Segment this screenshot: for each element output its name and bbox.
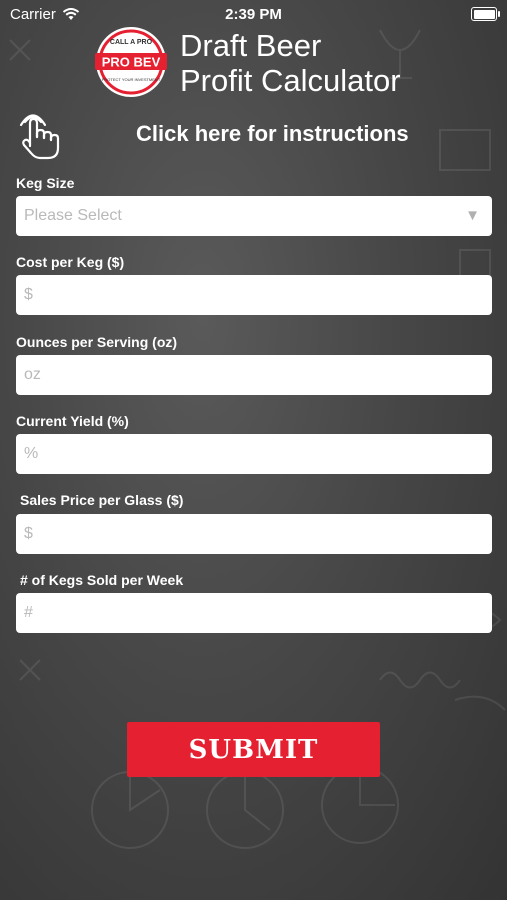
title-line-2: Profit Calculator: [180, 63, 401, 98]
clock: 2:39 PM: [225, 6, 282, 23]
keg-size-label: Keg Size: [16, 175, 75, 191]
kegs-sold-input[interactable]: [16, 593, 492, 633]
ounces-per-serving-input[interactable]: [16, 355, 492, 395]
sales-price-label: Sales Price per Glass ($): [20, 492, 184, 508]
sales-price-input[interactable]: [16, 514, 492, 554]
submit-button[interactable]: SUBMIT: [127, 722, 380, 777]
keg-size-select[interactable]: Please Select ▼: [16, 196, 492, 236]
ounces-per-serving-label: Ounces per Serving (oz): [16, 334, 178, 350]
logo-top-text: CALL A PRO: [110, 39, 153, 46]
cost-per-keg-label: Cost per Keg ($): [16, 254, 125, 270]
current-yield-label: Current Yield (%): [16, 413, 129, 429]
instructions-label: Click here for instructions: [136, 121, 409, 146]
logo-brand-text: PRO BEV: [102, 55, 161, 70]
tap-hand-icon: [19, 114, 60, 160]
current-yield-input[interactable]: [16, 434, 492, 474]
battery-icon: [471, 7, 500, 21]
status-bar: Carrier 2:39 PM: [0, 0, 507, 28]
kegs-sold-label: # of Kegs Sold per Week: [20, 572, 184, 588]
cost-per-keg-input[interactable]: [16, 275, 492, 315]
app-title: Draft Beer Profit Calculator: [180, 28, 401, 98]
instructions-link[interactable]: Click here for instructions: [0, 110, 507, 160]
title-line-1: Draft Beer: [180, 28, 322, 63]
dropdown-arrow-icon: ▼: [465, 207, 480, 224]
pro-bev-logo: CALL A PRO PRO BEV PROTECT YOUR INVESTME…: [95, 27, 167, 97]
logo-bottom-text: PROTECT YOUR INVESTMENT: [102, 77, 161, 82]
keg-size-placeholder: Please Select: [24, 207, 122, 224]
